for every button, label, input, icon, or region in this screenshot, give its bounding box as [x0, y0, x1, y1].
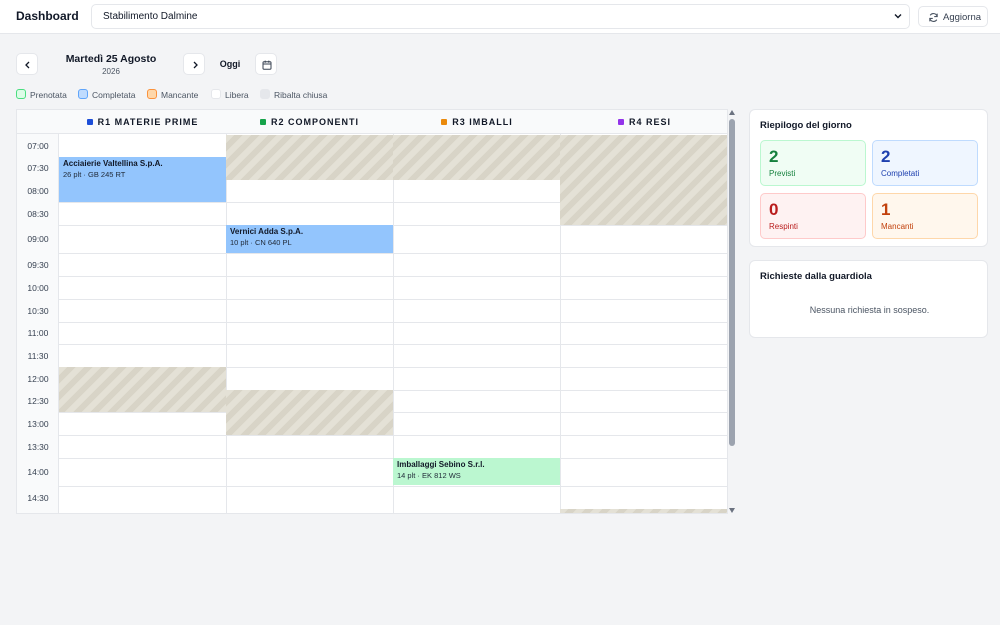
time-label: 12:30	[27, 396, 49, 406]
current-date: Martedì 25 Agosto	[65, 53, 157, 65]
prev-day-button[interactable]	[16, 53, 38, 75]
closed-slot	[560, 509, 727, 513]
booking-company: Acciaierie Valtellina S.p.A.	[63, 159, 163, 168]
legend-swatch	[16, 89, 26, 99]
column-divider	[393, 134, 394, 513]
closed-slot	[226, 135, 393, 180]
booking-detail: 10 plt · CN 640 PL	[230, 238, 292, 247]
legend-swatch	[147, 89, 157, 99]
closed-slot	[226, 390, 393, 435]
calendar-header: R1 MATERIE PRIME R2 COMPONENTI R3 IMBALL…	[17, 110, 727, 134]
refresh-button[interactable]: Aggiorna	[918, 6, 988, 27]
time-label: 07:00	[27, 140, 49, 151]
stat-label: Previsti	[769, 169, 796, 178]
scroll-down-arrow-icon[interactable]	[729, 508, 735, 513]
resource-header-r4: R4 RESI	[561, 110, 727, 134]
site-select-value: Stabilimento Dalmine	[103, 11, 198, 22]
resource-color-dot	[441, 119, 448, 125]
time-label: 13:00	[27, 418, 49, 429]
time-column: 07:00 07:30 08:00 08:30 09:00 09:30 10:00 10:30…	[17, 134, 59, 513]
calendar-picker-button[interactable]	[255, 53, 277, 75]
legend-swatch	[78, 89, 88, 99]
time-label: 10:00	[27, 282, 49, 293]
time-label: 12:00	[27, 373, 49, 384]
scrollbar-thumb[interactable]	[729, 119, 735, 446]
closed-slot	[393, 135, 560, 180]
guard-requests-title: Richieste dalla guardiola	[760, 271, 872, 282]
time-label: 09:00	[27, 234, 49, 244]
calendar-scrollbar[interactable]	[728, 109, 736, 514]
resource-header-r2: R2 COMPONENTI	[226, 110, 393, 134]
empty-state-message: Nessuna richiesta in sospeso.	[809, 305, 930, 315]
time-label: 14:30	[27, 492, 49, 503]
stat-label: Respinti	[769, 222, 798, 231]
time-label: 08:30	[27, 208, 49, 219]
stat-completati: 2 Completati	[872, 140, 978, 186]
legend-swatch	[211, 89, 221, 99]
resource-color-dot	[259, 119, 266, 125]
resource-color-dot	[617, 119, 624, 125]
page-title: Dashboard	[16, 9, 79, 23]
dock-schedule-calendar: R1 MATERIE PRIME R2 COMPONENTI R3 IMBALL…	[16, 109, 728, 514]
resource-header-r3: R3 IMBALLI	[393, 110, 561, 134]
daily-summary-title: Riepilogo del giorno	[760, 120, 852, 131]
time-label: 14:00	[27, 467, 49, 477]
booking-detail: 26 plt · GB 245 RT	[63, 170, 126, 179]
today-button[interactable]: Oggi	[212, 53, 248, 75]
chevron-right-icon	[193, 61, 198, 69]
stat-label: Completati	[881, 169, 920, 178]
time-label: 11:30	[27, 350, 49, 361]
stat-previsti: 2 Previsti	[760, 140, 866, 186]
chevron-left-icon	[25, 61, 30, 69]
booking-detail: 14 plt · EK 812 WS	[397, 471, 461, 480]
site-select[interactable]: Stabilimento Dalmine	[91, 4, 910, 29]
resource-header-r1: R1 MATERIE PRIME	[59, 110, 226, 134]
booking-company: Imballaggi Sebino S.r.l.	[397, 460, 485, 469]
time-label: 09:30	[27, 259, 49, 270]
stat-mancanti: 1 Mancanti	[872, 193, 978, 239]
guard-requests-panel: Richieste dalla guardiola Nessuna richie…	[749, 260, 988, 338]
stat-label: Mancanti	[881, 222, 914, 231]
refresh-icon	[929, 13, 938, 22]
refresh-button-label: Aggiorna	[943, 12, 982, 23]
current-year: 2026	[102, 67, 120, 76]
scroll-up-arrow-icon[interactable]	[729, 110, 735, 115]
booking-company: Vernici Adda S.p.A.	[230, 227, 304, 236]
next-day-button[interactable]	[183, 53, 205, 75]
stat-value: 2	[769, 147, 779, 166]
calendar-icon	[262, 60, 272, 70]
legend-swatch	[260, 89, 270, 99]
stat-value: 1	[881, 200, 891, 219]
stat-value: 0	[769, 200, 779, 219]
closed-slot	[560, 135, 727, 225]
resource-color-dot	[86, 119, 93, 125]
time-label: 07:30	[27, 163, 49, 173]
daily-summary-panel: Riepilogo del giorno 2 Previsti 2 Comple…	[749, 109, 988, 247]
column-divider	[226, 134, 227, 513]
slot-grid: Acciaierie Valtellina S.p.A. 26 plt · GB…	[59, 134, 727, 513]
stat-value: 2	[881, 147, 891, 166]
chevron-down-icon	[894, 14, 902, 19]
booking-card-completata[interactable]: Acciaierie Valtellina S.p.A. 26 plt · GB…	[59, 157, 226, 202]
top-bar: Dashboard Stabilimento Dalmine Aggiorna	[0, 0, 1000, 34]
time-label: 13:30	[27, 441, 49, 452]
closed-slot	[59, 367, 226, 412]
booking-card-completata[interactable]: Vernici Adda S.p.A. 10 plt · CN 640 PL	[226, 225, 393, 253]
time-label: 08:00	[27, 185, 49, 196]
booking-card-prenotata[interactable]: Imballaggi Sebino S.r.l. 14 plt · EK 812…	[393, 458, 560, 485]
time-label: 11:00	[27, 328, 49, 338]
time-label: 10:30	[27, 305, 49, 316]
stat-respinti: 0 Respinti	[760, 193, 866, 239]
